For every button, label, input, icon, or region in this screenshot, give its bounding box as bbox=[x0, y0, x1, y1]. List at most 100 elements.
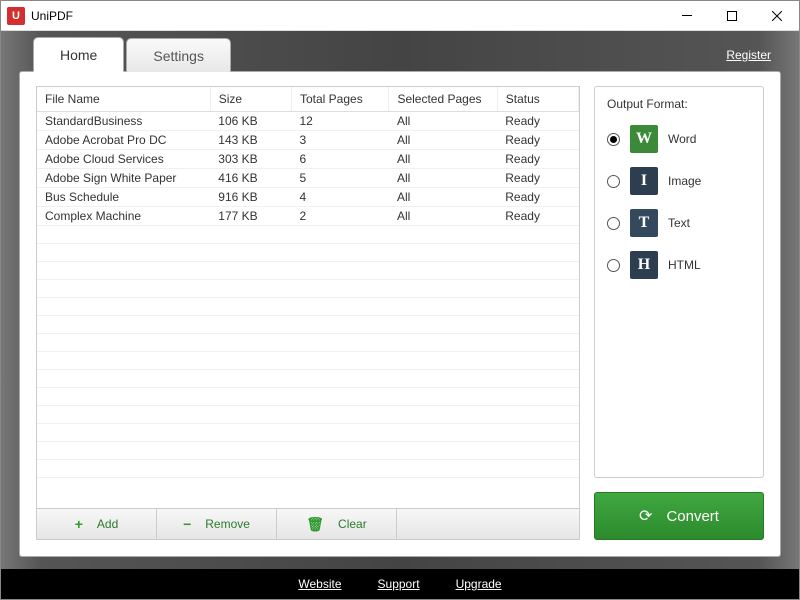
empty-row bbox=[37, 226, 579, 244]
cell-pages: 5 bbox=[291, 169, 388, 188]
cell-status: Ready bbox=[497, 207, 578, 226]
empty-row bbox=[37, 316, 579, 334]
col-filename[interactable]: File Name bbox=[37, 87, 210, 112]
cell-selected: All bbox=[389, 131, 497, 150]
radio-image[interactable] bbox=[607, 175, 620, 188]
table-row[interactable]: Adobe Acrobat Pro DC143 KB3AllReady bbox=[37, 131, 579, 150]
convert-button[interactable]: ⟳ Convert bbox=[594, 492, 764, 540]
main-panel: File Name Size Total Pages Selected Page… bbox=[19, 71, 781, 557]
image-label: Image bbox=[668, 174, 701, 188]
table-row[interactable]: StandardBusiness106 KB12AllReady bbox=[37, 112, 579, 131]
minimize-button[interactable] bbox=[664, 1, 709, 30]
empty-row bbox=[37, 460, 579, 478]
plus-icon: + bbox=[75, 516, 83, 532]
cell-status: Ready bbox=[497, 131, 578, 150]
cell-size: 106 KB bbox=[210, 112, 291, 131]
empty-row bbox=[37, 424, 579, 442]
table-row[interactable]: Bus Schedule916 KB4AllReady bbox=[37, 188, 579, 207]
right-column: Output Format: W Word I Image T Te bbox=[594, 86, 764, 540]
remove-label: Remove bbox=[205, 517, 250, 531]
cell-size: 416 KB bbox=[210, 169, 291, 188]
word-label: Word bbox=[668, 132, 696, 146]
trash-icon: 🗑 bbox=[306, 516, 324, 533]
col-size[interactable]: Size bbox=[210, 87, 291, 112]
tab-settings[interactable]: Settings bbox=[126, 38, 231, 72]
cell-name: Complex Machine bbox=[37, 207, 210, 226]
cell-status: Ready bbox=[497, 188, 578, 207]
cell-name: Bus Schedule bbox=[37, 188, 210, 207]
table-row[interactable]: Adobe Sign White Paper416 KB5AllReady bbox=[37, 169, 579, 188]
table-row[interactable]: Adobe Cloud Services303 KB6AllReady bbox=[37, 150, 579, 169]
website-link[interactable]: Website bbox=[298, 577, 341, 591]
add-button[interactable]: + Add bbox=[37, 509, 157, 539]
minus-icon: − bbox=[183, 516, 191, 532]
table-row[interactable]: Complex Machine177 KB2AllReady bbox=[37, 207, 579, 226]
upgrade-link[interactable]: Upgrade bbox=[456, 577, 502, 591]
radio-word[interactable] bbox=[607, 133, 620, 146]
tab-home[interactable]: Home bbox=[33, 37, 124, 72]
empty-row bbox=[37, 244, 579, 262]
window-title: UniPDF bbox=[31, 9, 664, 23]
footer: Website Support Upgrade bbox=[1, 569, 799, 599]
cell-status: Ready bbox=[497, 169, 578, 188]
format-option-word[interactable]: W Word bbox=[607, 125, 751, 153]
format-option-text[interactable]: T Text bbox=[607, 209, 751, 237]
empty-row bbox=[37, 442, 579, 460]
output-format-title: Output Format: bbox=[607, 97, 751, 111]
register-link[interactable]: Register bbox=[726, 48, 771, 62]
cell-name: StandardBusiness bbox=[37, 112, 210, 131]
convert-label: Convert bbox=[666, 508, 719, 525]
cell-selected: All bbox=[389, 150, 497, 169]
cell-pages: 6 bbox=[291, 150, 388, 169]
format-option-html[interactable]: H HTML bbox=[607, 251, 751, 279]
radio-html[interactable] bbox=[607, 259, 620, 272]
col-status[interactable]: Status bbox=[497, 87, 578, 112]
maximize-button[interactable] bbox=[709, 1, 754, 30]
format-option-image[interactable]: I Image bbox=[607, 167, 751, 195]
cell-name: Adobe Acrobat Pro DC bbox=[37, 131, 210, 150]
col-selectedpages[interactable]: Selected Pages bbox=[389, 87, 497, 112]
clear-button[interactable]: 🗑 Clear bbox=[277, 509, 397, 539]
image-icon: I bbox=[630, 167, 658, 195]
clear-label: Clear bbox=[338, 517, 367, 531]
app-body: Home Settings Register File Name Size To… bbox=[1, 31, 799, 599]
cell-status: Ready bbox=[497, 150, 578, 169]
html-icon: H bbox=[630, 251, 658, 279]
text-label: Text bbox=[668, 216, 690, 230]
cell-selected: All bbox=[389, 169, 497, 188]
empty-row bbox=[37, 262, 579, 280]
cell-status: Ready bbox=[497, 112, 578, 131]
cell-pages: 3 bbox=[291, 131, 388, 150]
cell-selected: All bbox=[389, 188, 497, 207]
cell-size: 177 KB bbox=[210, 207, 291, 226]
cell-pages: 2 bbox=[291, 207, 388, 226]
cell-size: 143 KB bbox=[210, 131, 291, 150]
window-controls bbox=[664, 1, 799, 30]
add-label: Add bbox=[97, 517, 118, 531]
cell-pages: 12 bbox=[291, 112, 388, 131]
html-label: HTML bbox=[668, 258, 701, 272]
titlebar: U UniPDF bbox=[1, 1, 799, 31]
empty-row bbox=[37, 334, 579, 352]
app-window: U UniPDF Home Settings Register File Nam… bbox=[0, 0, 800, 600]
output-format-panel: Output Format: W Word I Image T Te bbox=[594, 86, 764, 478]
empty-row bbox=[37, 370, 579, 388]
empty-row bbox=[37, 388, 579, 406]
action-bar: + Add − Remove 🗑 Clear bbox=[37, 508, 579, 539]
support-link[interactable]: Support bbox=[378, 577, 420, 591]
text-icon: T bbox=[630, 209, 658, 237]
table-header-row: File Name Size Total Pages Selected Page… bbox=[37, 87, 579, 112]
cell-pages: 4 bbox=[291, 188, 388, 207]
remove-button[interactable]: − Remove bbox=[157, 509, 277, 539]
col-totalpages[interactable]: Total Pages bbox=[291, 87, 388, 112]
tab-bar: Home Settings Register bbox=[1, 31, 799, 71]
empty-row bbox=[37, 406, 579, 424]
cell-size: 916 KB bbox=[210, 188, 291, 207]
close-button[interactable] bbox=[754, 1, 799, 30]
refresh-icon: ⟳ bbox=[639, 506, 652, 526]
cell-name: Adobe Sign White Paper bbox=[37, 169, 210, 188]
empty-row bbox=[37, 280, 579, 298]
empty-row bbox=[37, 298, 579, 316]
empty-row bbox=[37, 352, 579, 370]
radio-text[interactable] bbox=[607, 217, 620, 230]
